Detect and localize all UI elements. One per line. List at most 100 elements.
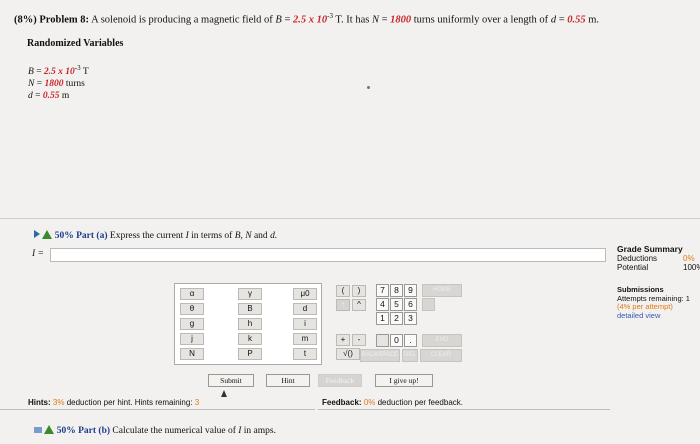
problem-eq-2: =: [381, 14, 388, 26]
key-g[interactable]: g: [180, 318, 204, 330]
hints-line: Hints: 3% deduction per hint. Hints rema…: [28, 398, 199, 407]
key-backspace[interactable]: BACKSPACE: [360, 349, 400, 362]
key-theta[interactable]: θ: [180, 303, 204, 315]
hints-label: Hints:: [28, 398, 51, 407]
key-k[interactable]: k: [238, 333, 262, 345]
problem-b-value: 2.5 x 10: [292, 14, 328, 26]
problem-b-symbol: B: [275, 14, 282, 26]
key-b[interactable]: B: [238, 303, 262, 315]
problem-d-symbol: d: [550, 14, 557, 26]
submissions-panel: Submissions Attempts remaining: 1 (4% pe…: [617, 285, 690, 321]
grade-summary-title: Grade Summary: [617, 244, 683, 254]
key-2[interactable]: 2: [390, 312, 403, 325]
key-gamma[interactable]: γ: [238, 288, 262, 300]
key-9[interactable]: 9: [404, 284, 417, 297]
part-a-text: Express the current: [109, 231, 184, 241]
problem-b-unit: T. It has: [335, 14, 370, 26]
key-i[interactable]: i: [293, 318, 317, 330]
hints-percent: 3%: [52, 398, 65, 407]
key-home[interactable]: HOME: [422, 284, 462, 297]
collapse-icon[interactable]: [34, 427, 42, 433]
give-up-button[interactable]: I give up!: [375, 374, 433, 387]
problem-text-1: A solenoid is producing a magnetic field…: [91, 14, 273, 26]
key-del[interactable]: DEL: [402, 349, 418, 362]
part-b-symbol: I: [238, 426, 242, 436]
randomized-variables-title: Randomized Variables: [27, 38, 124, 49]
problem-b-exp: -3: [327, 12, 333, 20]
feedback-button[interactable]: Feedback: [318, 374, 362, 387]
feedback-percent: 0%: [363, 398, 376, 407]
part-a-percent: 50%: [54, 231, 74, 241]
submit-button[interactable]: Submit: [208, 374, 254, 387]
part-a-and: and: [253, 231, 268, 241]
problem-statement: (8%) Problem 8: A solenoid is producing …: [14, 12, 599, 26]
warning-triangle-icon-b: [44, 425, 55, 434]
key-m[interactable]: m: [293, 333, 317, 345]
var-n-eq: =: [34, 79, 45, 90]
variable-d-line: d = 0.55 m: [28, 90, 89, 102]
problem-n-symbol: N: [371, 14, 379, 26]
section-divider: [0, 218, 700, 219]
key-sqrt[interactable]: √(): [336, 348, 360, 360]
key-4[interactable]: 4: [376, 298, 389, 311]
variable-b-line: B = 2.5 x 10-3 T: [28, 62, 89, 78]
var-n-unit: turns: [63, 79, 85, 90]
key-clear[interactable]: CLEAR: [420, 349, 462, 362]
var-d-unit: m: [59, 91, 70, 102]
key-open-paren[interactable]: (: [336, 285, 350, 297]
key-caret[interactable]: ^: [352, 299, 366, 311]
key-d[interactable]: d: [293, 303, 317, 315]
key-left[interactable]: [422, 298, 435, 311]
key-8[interactable]: 8: [390, 284, 403, 297]
key-5[interactable]: 5: [390, 298, 403, 311]
key-alpha[interactable]: α: [180, 288, 204, 300]
key-n[interactable]: N: [180, 348, 204, 360]
key-dot[interactable]: .: [404, 334, 417, 347]
deductions-value: 0%: [683, 254, 695, 263]
part-b-text: Calculate the numerical value of: [112, 426, 236, 436]
var-b-unit: T: [80, 67, 89, 78]
key-minus[interactable]: -: [352, 334, 366, 346]
var-d-value: 0.55: [42, 91, 60, 102]
key-end[interactable]: END: [422, 334, 462, 347]
key-p[interactable]: P: [238, 348, 262, 360]
key-7[interactable]: 7: [376, 284, 389, 297]
part-a-text-2: in terms of: [191, 231, 233, 241]
hints-text: deduction per hint. Hints remaining:: [66, 398, 193, 407]
expand-arrow-icon[interactable]: [34, 230, 40, 238]
problem-text-2: turns uniformly over a length of: [413, 14, 549, 26]
key-up-arrow[interactable]: ↑: [336, 299, 350, 311]
variable-keypad: α γ μ0 θ B d g h i j k m N P t: [174, 283, 322, 365]
hints-remaining: 3: [194, 398, 200, 407]
feedback-line: Feedback: 0% deduction per feedback.: [322, 398, 463, 407]
key-1[interactable]: 1: [376, 312, 389, 325]
var-n-value: 1800: [44, 79, 64, 90]
part-a-header[interactable]: 50% Part (a) Express the current I in te…: [34, 230, 277, 241]
key-0[interactable]: 0: [390, 334, 403, 347]
deductions-row: Deductions 0%: [617, 254, 695, 263]
feedback-label: Feedback:: [322, 398, 362, 407]
key-t[interactable]: t: [293, 348, 317, 360]
key-plus[interactable]: +: [336, 334, 350, 346]
part-b-text-2: in amps.: [243, 426, 276, 436]
feedback-text: deduction per feedback.: [377, 398, 464, 407]
randomized-variables-list: B = 2.5 x 10-3 T N = 1800 turns d = 0.55…: [28, 62, 89, 102]
key-blank[interactable]: [376, 334, 389, 347]
answer-input[interactable]: [50, 248, 606, 262]
problem-eq-1: =: [284, 14, 291, 26]
key-close-paren[interactable]: ): [352, 285, 366, 297]
mouse-cursor-icon: [221, 390, 227, 397]
hint-button[interactable]: Hint: [266, 374, 310, 387]
potential-row: Potential 100%: [617, 263, 700, 272]
part-b-percent: 50%: [56, 426, 76, 436]
key-mu0[interactable]: μ0: [293, 288, 317, 300]
part-a-label: Part (a): [76, 231, 108, 241]
detailed-view-link[interactable]: detailed view: [617, 311, 690, 321]
key-j[interactable]: j: [180, 333, 204, 345]
problem-d-value: 0.55: [567, 14, 586, 26]
key-3[interactable]: 3: [404, 312, 417, 325]
key-h[interactable]: h: [238, 318, 262, 330]
part-b-header[interactable]: 50% Part (b) Calculate the numerical val…: [34, 425, 276, 436]
key-6[interactable]: 6: [404, 298, 417, 311]
potential-value: 100%: [683, 263, 700, 272]
